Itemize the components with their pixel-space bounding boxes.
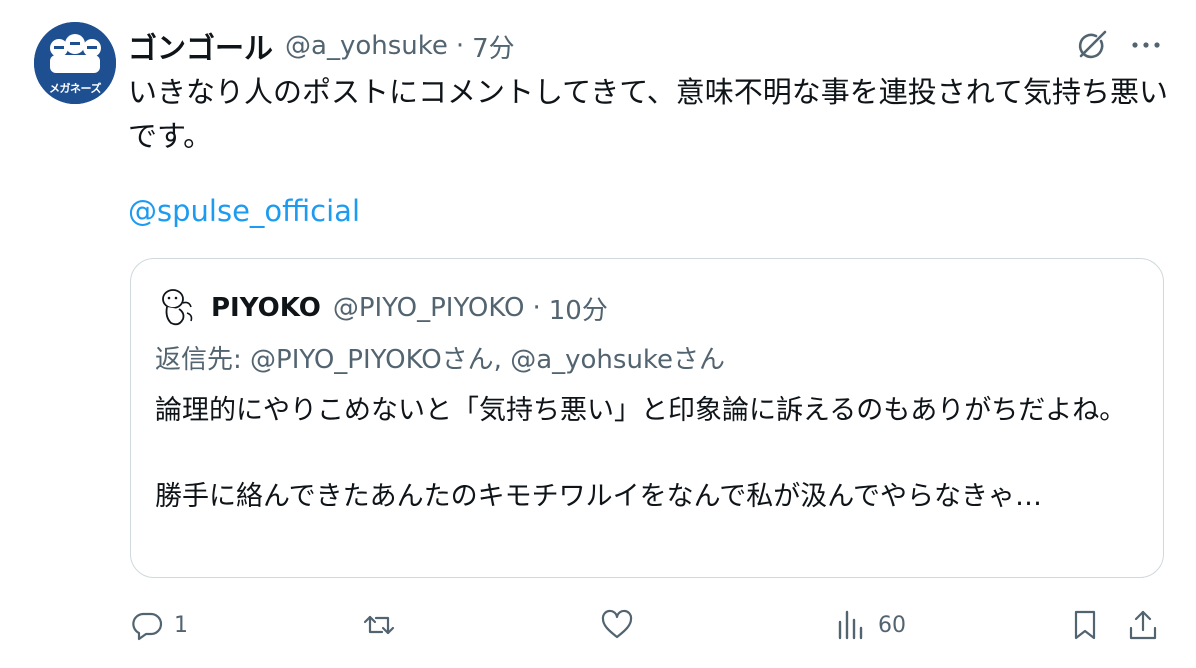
author-name[interactable]: ゴンゴール	[128, 25, 273, 67]
views-count: 60	[878, 612, 906, 638]
reply-count: 1	[174, 612, 188, 638]
quoted-author-avatar[interactable]	[153, 285, 199, 331]
grok-icon[interactable]	[1074, 27, 1110, 63]
quoted-author-name[interactable]: PIYOKO	[211, 293, 321, 323]
reply-icon	[132, 612, 163, 641]
tweet-header: ゴンゴール @a_yohsuke · 7分	[128, 26, 515, 66]
quoted-tweet-header: PIYOKO @PIYO_PIYOKO · 10分	[211, 289, 608, 327]
reply-button[interactable]: 1	[130, 600, 188, 650]
quoted-tweet[interactable]: PIYOKO @PIYO_PIYOKO · 10分 返信先: @PIYO_PIY…	[130, 258, 1164, 578]
reply-to-line: 返信先: @PIYO_PIYOKOさん, @a_yohsukeさん	[155, 345, 726, 375]
separator-dot: ·	[455, 31, 465, 61]
tweet-text: いきなり人のポストにコメントしてきて、意味不明な事を連投されて気持ち悪いです。	[128, 75, 1168, 153]
author-handle[interactable]: @a_yohsuke	[285, 31, 448, 61]
share-button[interactable]	[1126, 600, 1160, 650]
bookmark-button[interactable]	[1068, 600, 1102, 650]
quoted-author-handle[interactable]: @PIYO_PIYOKO	[333, 293, 525, 323]
tweet-timestamp[interactable]: 7分	[472, 28, 515, 65]
avatar-label: メガネーズ	[49, 82, 101, 95]
heart-icon	[601, 609, 633, 639]
mention-link[interactable]: @spulse_official	[128, 194, 360, 228]
share-icon	[1129, 610, 1157, 640]
action-bar: 1 60	[0, 600, 1196, 650]
repost-icon	[363, 615, 395, 635]
repost-button[interactable]	[362, 600, 406, 650]
views-icon	[838, 610, 863, 640]
views-button[interactable]: 60	[834, 600, 906, 650]
separator-dot: ·	[532, 293, 541, 323]
quoted-tweet-text: 論理的にやりこめないと「気持ち悪い」と印象論に訴えるのもありがちだよね。 勝手に…	[155, 395, 1127, 512]
author-avatar[interactable]: メガネーズ	[34, 22, 116, 104]
bookmark-icon	[1074, 610, 1096, 640]
quoted-tweet-timestamp[interactable]: 10分	[549, 290, 608, 327]
like-button[interactable]	[600, 600, 644, 650]
more-icon[interactable]	[1128, 34, 1164, 56]
